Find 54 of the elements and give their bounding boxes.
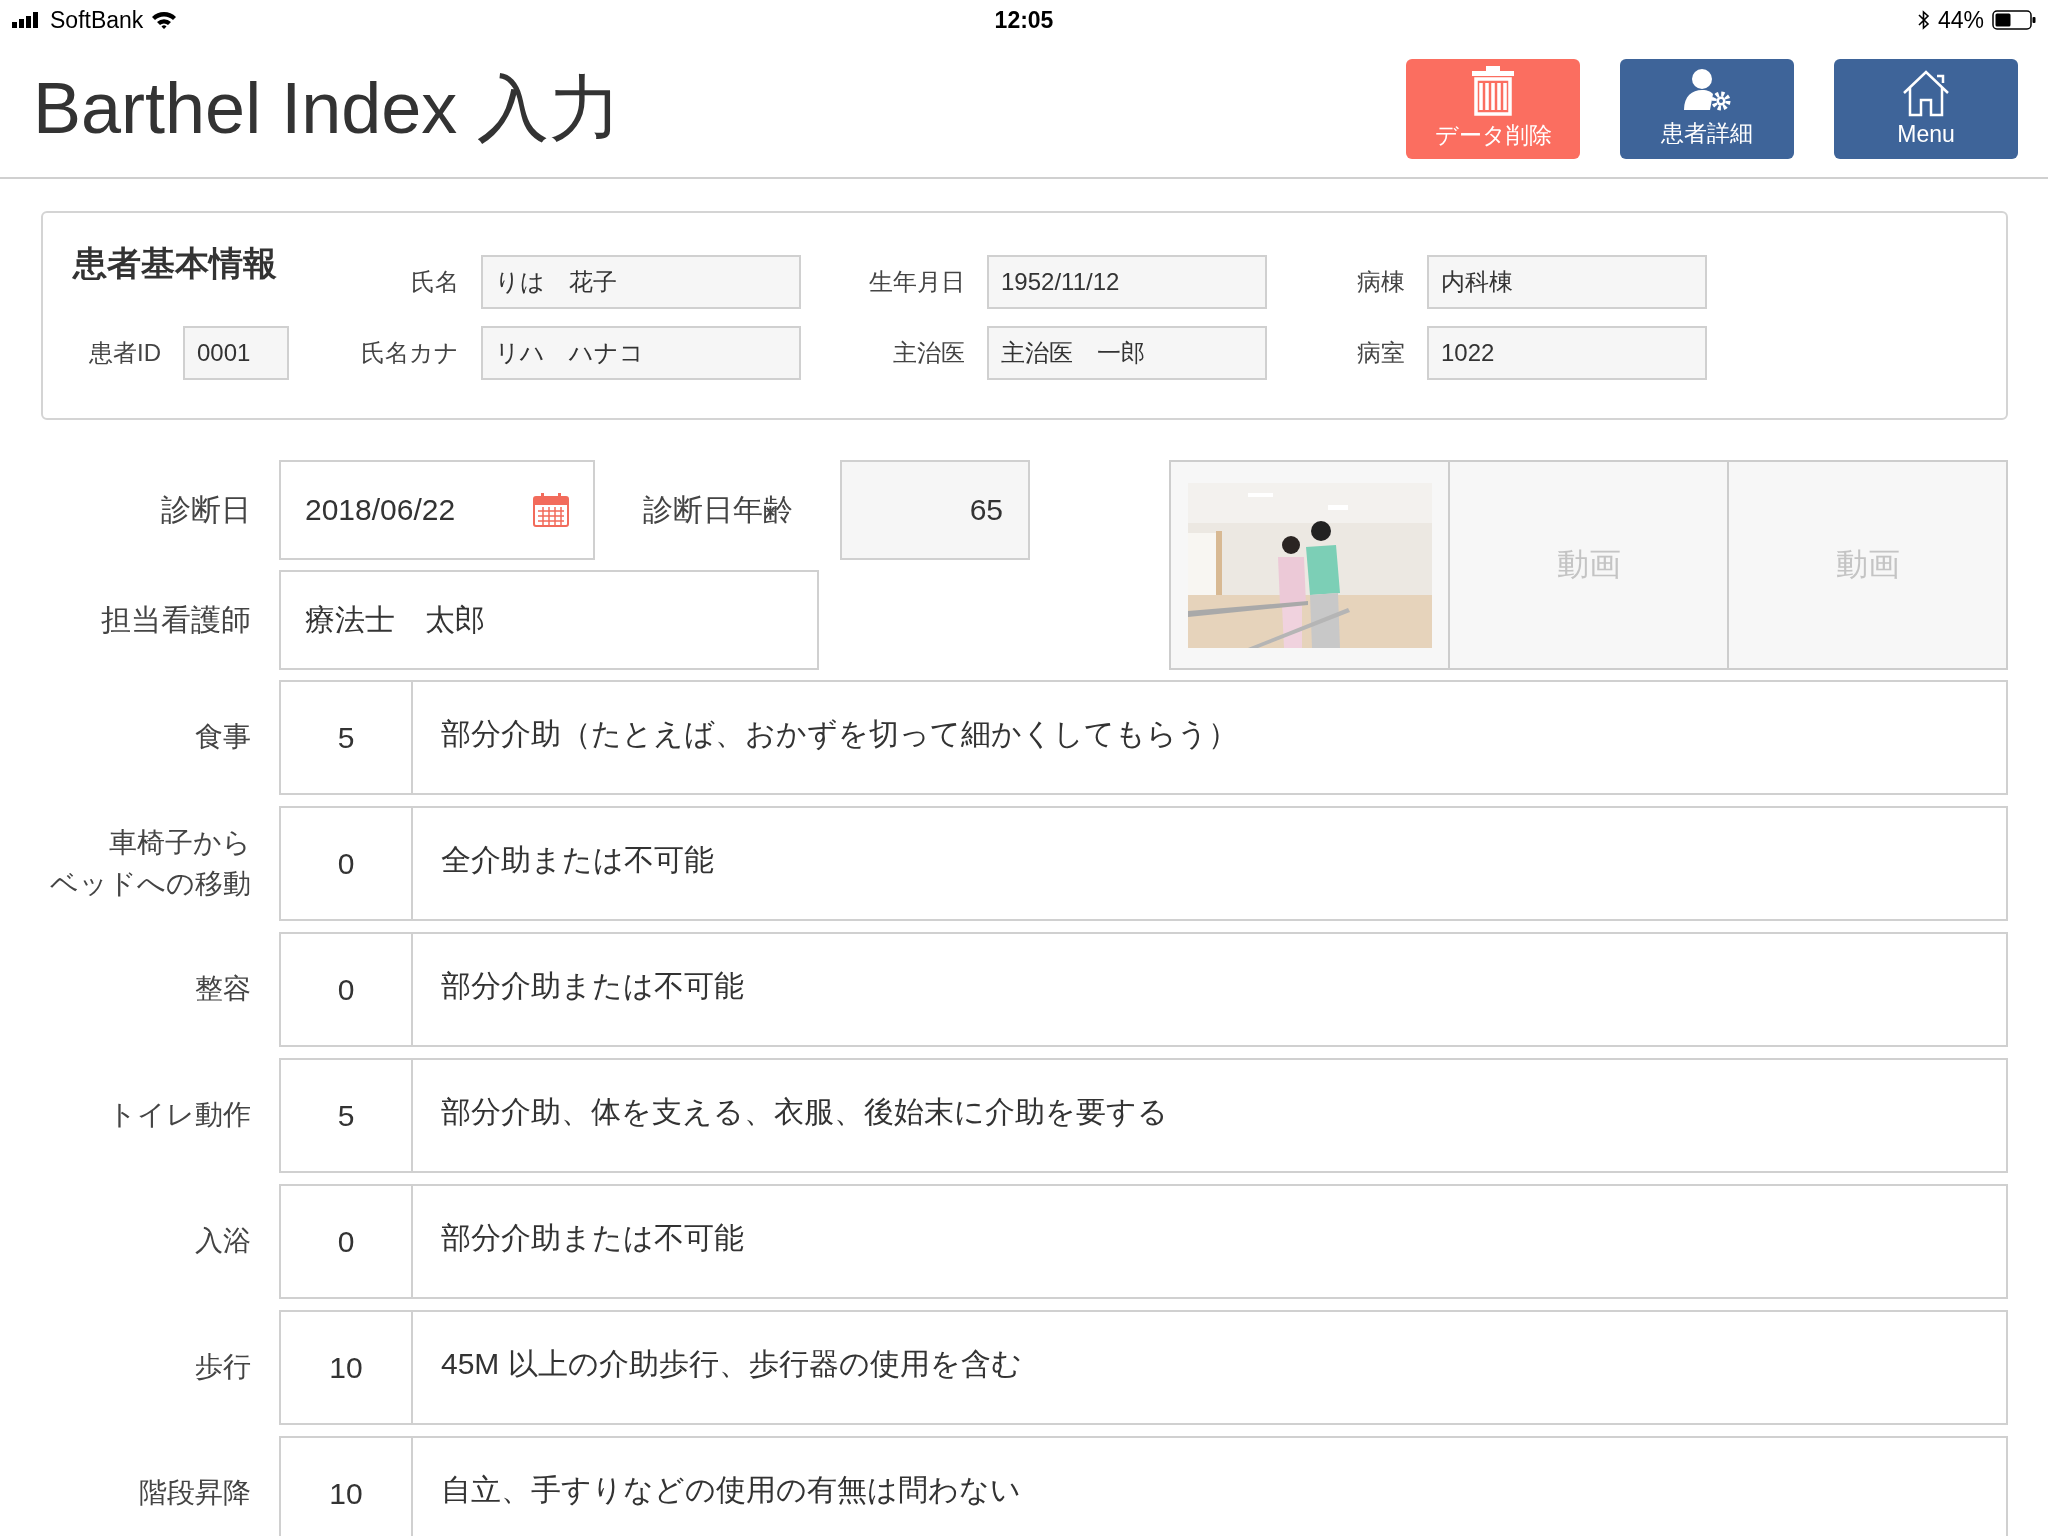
page-title: Barthel Index 入力 [33,66,622,150]
text-field[interactable]: 主治医 一郎 [987,326,1267,380]
item-label: 入浴 [195,1224,251,1259]
battery-percent: 44% [1937,6,1984,34]
item-label: 食事 [195,720,251,755]
field-label: 主治医 [892,338,966,368]
field-label: 担当看護師 [100,601,252,638]
field-label: 病室 [1356,338,1406,368]
score-cell[interactable]: 0 [279,806,413,921]
score-cell[interactable]: 0 [279,932,413,1047]
photo-slot[interactable] [1171,462,1448,668]
description-cell[interactable]: 45M 以上の介助歩行、歩行器の使用を含む [413,1310,2008,1425]
field-label: 氏名カナ [360,338,460,368]
score-cell[interactable]: 10 [279,1310,413,1425]
description-cell[interactable]: 全介助または不可能 [413,806,2008,921]
description-cell[interactable]: 部分介助、体を支える、衣服、後始末に介助を要する [413,1058,2008,1173]
menu-button[interactable]: Menu [1834,58,2018,159]
score-cell[interactable]: 5 [279,1058,413,1173]
patient-details-button[interactable]: 患者詳細 [1620,58,1794,159]
item-label: ベッドへの移動 [50,866,251,901]
score-cell[interactable]: 0 [279,1184,413,1299]
item-label: 歩行 [195,1350,251,1385]
text-field[interactable]: リハ ハナコ [481,326,801,380]
text-field[interactable]: 内科棟 [1427,255,1707,309]
item-label: 車椅子から [109,825,251,860]
score-cell[interactable]: 10 [279,1436,413,1536]
description-cell[interactable]: 部分介助または不可能 [413,1184,2008,1299]
item-label: 階段昇降 [139,1476,251,1511]
field-label: 生年月日 [868,267,966,297]
calendar-icon[interactable] [533,493,569,527]
description-cell[interactable]: 部分介助または不可能 [413,932,2008,1047]
text-field[interactable]: 1952/11/12 [987,255,1267,309]
item-label: トイレ動作 [108,1098,251,1133]
field-label: 氏名 [410,267,460,297]
status-time: 12:05 [994,6,1054,34]
text-field[interactable]: りは 花子 [481,255,801,309]
description-cell[interactable]: 部分介助（たとえば、おかずを切って細かくしてもらう） [413,680,2008,795]
age-field[interactable]: 65 [840,460,1030,560]
field-label: 診断日 [160,491,252,528]
patient-id-field[interactable]: 0001 [183,326,289,380]
wifi-icon [151,10,178,30]
field-label: 患者ID [89,338,161,368]
bluetooth-icon [1917,10,1930,30]
carrier-name: SoftBank [50,6,144,34]
score-cell[interactable]: 5 [279,680,413,795]
nurse-field[interactable]: 療法士 太郎 [279,570,819,670]
description-cell[interactable]: 自立、手すりなどの使用の有無は問わない [413,1436,2008,1536]
section-title: 患者基本情報 [73,243,278,284]
text-field[interactable]: 1022 [1427,326,1707,380]
trash-icon [1470,66,1516,116]
battery-icon [1992,10,2036,30]
field-label: 病棟 [1356,267,1406,297]
item-label: 整容 [195,972,251,1007]
field-label: 診断日年齢 [641,491,794,528]
